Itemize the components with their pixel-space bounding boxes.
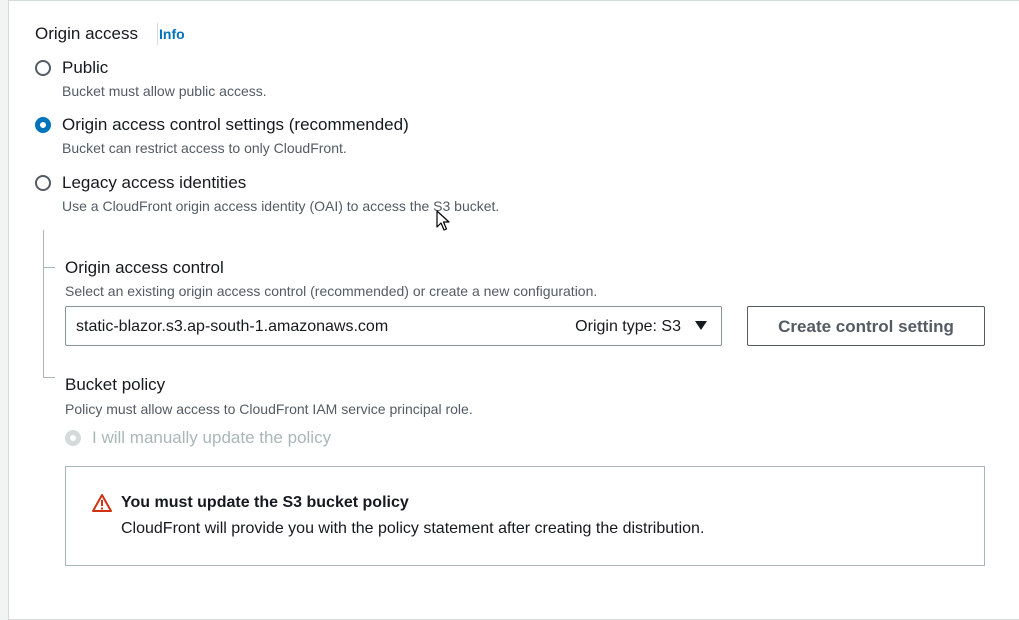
radio-oac-description: Bucket can restrict access to only Cloud… xyxy=(62,140,347,156)
tree-connector-branch-1 xyxy=(43,267,55,268)
oac-select-value: static-blazor.s3.ap-south-1.amazonaws.co… xyxy=(76,318,389,335)
radio-legacy-description: Use a CloudFront origin access identity … xyxy=(62,198,500,214)
caret-down-icon xyxy=(695,321,707,330)
oac-field-label: Origin access control xyxy=(65,258,224,277)
create-control-setting-button[interactable]: Create control setting xyxy=(747,306,985,346)
mouse-cursor-icon xyxy=(436,210,450,231)
radio-option-legacy[interactable]: Legacy access identities Use a CloudFron… xyxy=(35,172,735,216)
radio-manual-policy-label: I will manually update the policy xyxy=(92,428,332,447)
bucket-policy-description: Policy must allow access to CloudFront I… xyxy=(65,401,473,417)
radio-option-oac[interactable]: Origin access control settings (recommen… xyxy=(35,114,735,158)
origin-access-label: Origin access xyxy=(35,24,138,43)
bucket-policy-alert: You must update the S3 bucket policy Clo… xyxy=(65,466,985,566)
radio-public-label: Public xyxy=(62,58,109,77)
oac-field-description: Select an existing origin access control… xyxy=(65,283,598,299)
origin-access-info-link[interactable]: Info xyxy=(159,25,185,43)
radio-option-public[interactable]: Public Bucket must allow public access. xyxy=(35,57,735,101)
radio-legacy[interactable] xyxy=(35,175,51,191)
radio-oac[interactable] xyxy=(35,117,51,133)
radio-oac-label: Origin access control settings (recommen… xyxy=(62,115,409,134)
tree-connector-vertical xyxy=(43,230,44,377)
tree-connector-branch-2 xyxy=(43,377,55,378)
oac-select[interactable]: static-blazor.s3.ap-south-1.amazonaws.co… xyxy=(65,306,722,346)
bucket-policy-label: Bucket policy xyxy=(65,375,166,394)
alert-body: CloudFront will provide you with the pol… xyxy=(121,520,705,537)
oac-select-origin-type: Origin type: S3 xyxy=(575,318,681,335)
origin-settings-panel: Origin access Info Public Bucket must al… xyxy=(8,0,1019,620)
radio-option-manual-policy: I will manually update the policy xyxy=(65,427,465,451)
radio-public-description: Bucket must allow public access. xyxy=(62,83,267,99)
radio-manual-policy xyxy=(65,430,81,446)
radio-public[interactable] xyxy=(35,60,51,76)
warning-triangle-icon xyxy=(92,494,112,512)
alert-title: You must update the S3 bucket policy xyxy=(121,494,409,511)
radio-legacy-label: Legacy access identities xyxy=(62,173,247,192)
info-separator xyxy=(157,23,158,45)
